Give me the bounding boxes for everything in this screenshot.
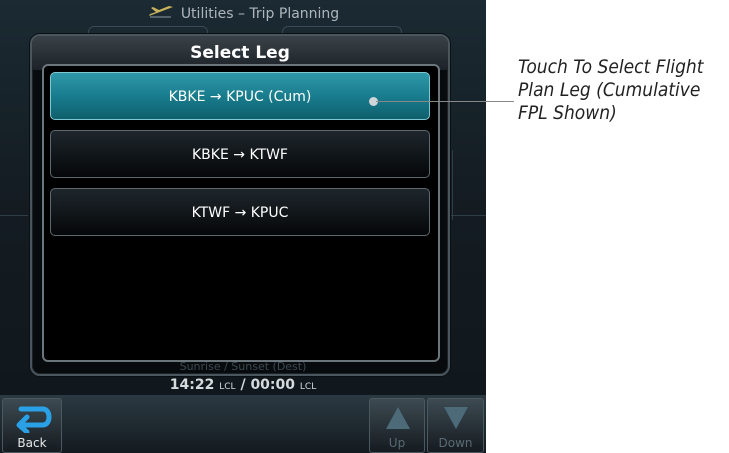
up-button[interactable]: Up bbox=[369, 398, 425, 453]
down-arrow-icon bbox=[442, 405, 470, 435]
back-label: Back bbox=[17, 436, 47, 450]
title-bar: Utilities – Trip Planning bbox=[0, 0, 486, 28]
leg-label: KTWF → KPUC bbox=[191, 205, 289, 221]
up-arrow-icon bbox=[384, 405, 412, 435]
background-divider bbox=[452, 150, 453, 220]
leg-button-kbke-kpuc-cum[interactable]: KBKE → KPUC (Cum) bbox=[50, 72, 430, 120]
page-title: Utilities – Trip Planning bbox=[180, 6, 340, 22]
leg-list[interactable]: KBKE → KPUC (Cum) KBKE → KTWF KTWF → KPU… bbox=[42, 64, 440, 362]
device-screen: Utilities – Trip Planning Select Leg KBK… bbox=[0, 0, 486, 453]
callout-leader-line bbox=[376, 101, 514, 102]
up-label: Up bbox=[388, 436, 406, 450]
time-separator: / bbox=[240, 377, 246, 393]
background-divider bbox=[0, 215, 28, 216]
sunset-time: 00:00 bbox=[250, 377, 296, 393]
airplane-icon bbox=[147, 0, 175, 28]
down-label: Down bbox=[438, 436, 473, 450]
back-button[interactable]: Back bbox=[2, 398, 62, 453]
down-button[interactable]: Down bbox=[427, 398, 484, 453]
leg-label: KBKE → KTWF bbox=[192, 147, 288, 163]
leg-button-ktwf-kpuc[interactable]: KTWF → KPUC bbox=[50, 188, 430, 236]
time-unit: LCL bbox=[219, 382, 236, 392]
sunrise-time: 14:22 bbox=[169, 377, 215, 393]
select-leg-dialog: Select Leg KBKE → KPUC (Cum) KBKE → KTWF… bbox=[30, 34, 450, 376]
sunrise-sunset-label: Sunrise / Sunset (Dest) bbox=[179, 360, 307, 373]
back-arrow-icon bbox=[13, 403, 53, 437]
callout-annotation: Touch To Select Flight Plan Leg (Cumulat… bbox=[518, 56, 704, 124]
sunrise-sunset-value: 14:22 LCL / 00:00 LCL bbox=[0, 377, 486, 393]
background-divider bbox=[450, 215, 486, 216]
leg-button-kbke-ktwf[interactable]: KBKE → KTWF bbox=[50, 130, 430, 178]
time-unit: LCL bbox=[299, 382, 317, 392]
leg-label: KBKE → KPUC (Cum) bbox=[168, 89, 312, 105]
